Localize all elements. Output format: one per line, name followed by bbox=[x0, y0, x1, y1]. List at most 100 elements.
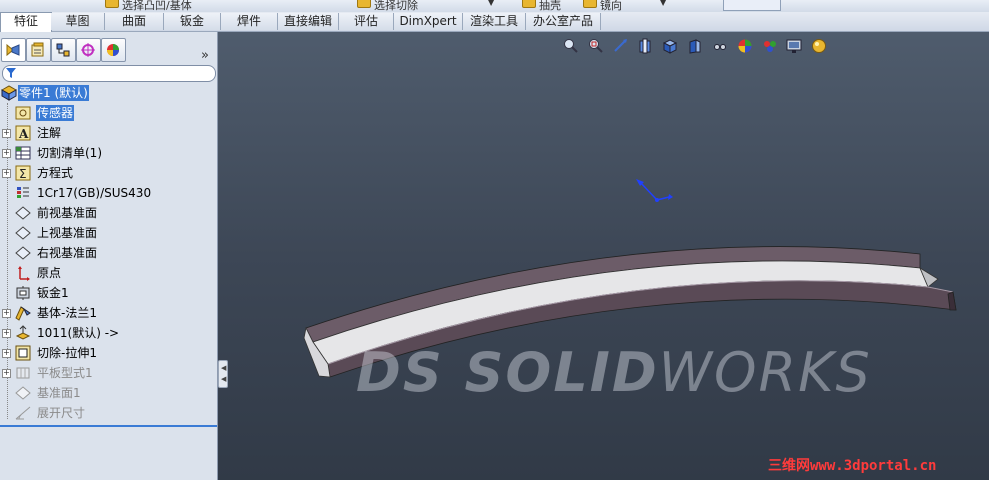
cut-extrude-icon bbox=[15, 345, 31, 361]
tree-item-label: 方程式 bbox=[37, 166, 74, 180]
expand-toggle-icon[interactable]: + bbox=[2, 309, 11, 318]
configuration-manager-icon bbox=[56, 43, 70, 57]
expand-toggle-icon[interactable]: + bbox=[2, 349, 11, 358]
plane-icon bbox=[15, 246, 31, 260]
tab-render-tools[interactable]: 渲染工具 bbox=[463, 13, 526, 30]
tree-item-origin[interactable]: 原点 bbox=[0, 263, 217, 283]
tree-item-sensors[interactable]: 传感器 bbox=[0, 103, 217, 123]
expand-panel-button[interactable]: » bbox=[201, 48, 209, 63]
tree-item-base-flange[interactable]: + 基体-法兰1 bbox=[0, 303, 217, 323]
tree-item-front-plane[interactable]: 前视基准面 bbox=[0, 203, 217, 223]
tree-item-flat-pattern[interactable]: + 平板型式1 bbox=[0, 363, 217, 383]
tab-sketch[interactable]: 草图 bbox=[51, 13, 105, 30]
tree-item-label: 前视基准面 bbox=[37, 206, 98, 220]
tree-item-top-plane[interactable]: 上视基准面 bbox=[0, 223, 217, 243]
property-manager-icon bbox=[31, 42, 44, 57]
dropdown-arrow-icon[interactable]: ▼ bbox=[488, 0, 494, 7]
toolbar-item-cut[interactable]: 选择切除 bbox=[357, 0, 418, 12]
tree-item-label: 上视基准面 bbox=[37, 226, 98, 240]
tab-propertymanager[interactable] bbox=[26, 38, 51, 62]
graphics-viewport[interactable]: DS SOLIDWORKS 三维网www.3dportal.cn bbox=[218, 32, 989, 480]
tree-item-annotations[interactable]: + A 注解 bbox=[0, 123, 217, 143]
tree-item-right-plane[interactable]: 右视基准面 bbox=[0, 243, 217, 263]
tree-item-equations[interactable]: + Σ 方程式 bbox=[0, 163, 217, 183]
cut-icon bbox=[357, 0, 371, 8]
manager-tabs: » bbox=[0, 38, 217, 63]
tab-featuremanager[interactable] bbox=[1, 38, 26, 62]
expand-toggle-icon[interactable]: + bbox=[2, 329, 11, 338]
coordinate-triad-icon bbox=[636, 179, 673, 202]
feature-filter-input[interactable] bbox=[2, 65, 216, 82]
tree-item-label: 1011(默认) -> bbox=[37, 326, 120, 340]
plane-icon bbox=[15, 206, 31, 220]
tree-item-unfold-dimensions[interactable]: 展开尺寸 bbox=[0, 403, 217, 423]
derived-part-icon bbox=[15, 325, 31, 340]
equation-icon: Σ bbox=[15, 165, 31, 181]
mirror-icon bbox=[583, 0, 597, 8]
toolbar-empty-slot bbox=[723, 0, 781, 11]
tree-item-material[interactable]: 1Cr17(GB)/SUS430 bbox=[0, 183, 217, 203]
tree-item-sheet-metal[interactable]: 钣金1 bbox=[0, 283, 217, 303]
tab-sheet-metal[interactable]: 钣金 bbox=[164, 13, 221, 30]
sensor-icon bbox=[15, 106, 31, 120]
expand-toggle-icon[interactable]: + bbox=[2, 169, 11, 178]
tree-item-derived-part[interactable]: + 1011(默认) -> bbox=[0, 323, 217, 343]
tab-dimxpert[interactable]: DimXpert bbox=[394, 13, 463, 30]
tab-dimxpertmanager[interactable] bbox=[76, 38, 101, 62]
solidworks-watermark-logo: DS SOLIDWORKS bbox=[356, 341, 872, 404]
plane-icon bbox=[15, 226, 31, 240]
dropdown-arrow-icon[interactable]: ▼ bbox=[660, 0, 666, 7]
feature-tree: 零件1 (默认) 传感器 + A 注解 + 切割清单(1) + Σ 方程式 1C… bbox=[0, 83, 217, 425]
collapse-arrow-icon: ◀ bbox=[221, 364, 227, 372]
boss-base-icon bbox=[105, 0, 119, 8]
svg-text:Σ: Σ bbox=[19, 167, 27, 181]
feature-manager-panel: » 零件1 (默认) 传感器 + A 注解 + 切割清单(1) + Σ 方程式 bbox=[0, 32, 218, 480]
tree-item-label: 切割清单(1) bbox=[37, 146, 102, 160]
tree-item-label: 1Cr17(GB)/SUS430 bbox=[37, 186, 152, 200]
tree-item-plane1[interactable]: 基准面1 bbox=[0, 383, 217, 403]
tab-configurationmanager[interactable] bbox=[51, 38, 76, 62]
tree-item-label: 右视基准面 bbox=[37, 246, 98, 260]
panel-rollback-bar[interactable] bbox=[0, 425, 217, 427]
tab-evaluate[interactable]: 评估 bbox=[339, 13, 394, 30]
tree-item-label: 传感器 bbox=[36, 105, 75, 121]
toolbar-item-mirror[interactable]: 镜向 bbox=[583, 0, 622, 12]
plane-icon bbox=[15, 386, 31, 400]
expand-toggle-icon[interactable]: + bbox=[2, 149, 11, 158]
tree-item-cut-list[interactable]: + 切割清单(1) bbox=[0, 143, 217, 163]
tab-features[interactable]: 特征 bbox=[0, 12, 52, 32]
svg-text:A: A bbox=[18, 127, 29, 141]
tab-direct-editing[interactable]: 直接编辑 bbox=[278, 13, 339, 30]
tree-item-part[interactable]: 零件1 (默认) bbox=[0, 83, 217, 103]
cut-list-icon bbox=[15, 146, 31, 160]
tree-item-label: 切除-拉伸1 bbox=[37, 346, 97, 360]
annotation-icon: A bbox=[15, 125, 31, 141]
tree-item-cut-extrude[interactable]: + 切除-拉伸1 bbox=[0, 343, 217, 363]
part-icon bbox=[1, 85, 17, 101]
tab-displaymanager[interactable] bbox=[101, 38, 126, 62]
flat-pattern-icon bbox=[16, 367, 30, 379]
expand-toggle-icon[interactable]: + bbox=[2, 369, 11, 378]
site-watermark-text: 三维网www.3dportal.cn bbox=[768, 458, 937, 474]
tree-item-label: 平板型式1 bbox=[37, 366, 93, 380]
tab-office-products[interactable]: 办公室产品 bbox=[526, 13, 601, 30]
shell-icon bbox=[522, 0, 536, 8]
feature-tree-icon bbox=[6, 43, 20, 57]
unfold-icon bbox=[15, 406, 31, 420]
toolbar-item-shell[interactable]: 抽壳 bbox=[522, 0, 561, 12]
tree-item-label: 原点 bbox=[37, 266, 62, 280]
tree-item-label: 零件1 (默认) bbox=[18, 85, 89, 101]
collapse-arrow-icon: ◀ bbox=[221, 375, 227, 383]
toolbar-item-boss-base[interactable]: 选择凸凹/基体 bbox=[105, 0, 192, 12]
origin-icon bbox=[18, 266, 30, 281]
base-flange-icon bbox=[15, 306, 31, 321]
dimxpert-manager-icon bbox=[81, 43, 95, 57]
tab-surfaces[interactable]: 曲面 bbox=[105, 13, 164, 30]
tab-weldments[interactable]: 焊件 bbox=[221, 13, 278, 30]
panel-splitter-handle[interactable]: ◀ ◀ bbox=[218, 360, 228, 388]
expand-toggle-icon[interactable]: + bbox=[2, 129, 11, 138]
command-manager-tabs: 特征 草图 曲面 钣金 焊件 直接编辑 评估 DimXpert 渲染工具 办公室… bbox=[0, 12, 989, 32]
material-icon bbox=[17, 187, 29, 198]
tree-item-label: 钣金1 bbox=[37, 286, 69, 300]
tree-item-label: 基准面1 bbox=[37, 386, 81, 400]
